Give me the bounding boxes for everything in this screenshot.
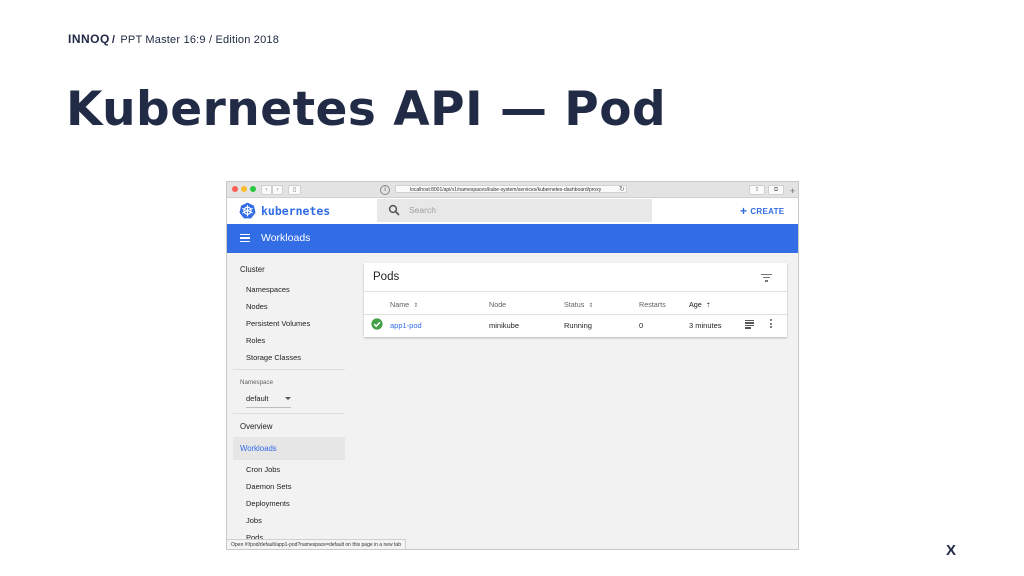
sidebar-toggle-icon[interactable]: ▯ xyxy=(288,185,301,195)
share-icon[interactable]: ⇧ xyxy=(749,185,765,195)
sidebar-item-roles[interactable]: Roles xyxy=(246,336,265,345)
slide-brandline: INNOQ / PPT Master 16:9 / Edition 2018 xyxy=(68,32,279,46)
brand-separator: / xyxy=(111,34,116,46)
pod-name-link[interactable]: app1-pod xyxy=(390,321,422,330)
kubernetes-logo-text[interactable]: kubernetes xyxy=(261,204,330,218)
plus-icon: + xyxy=(740,204,748,218)
section-title: Workloads xyxy=(261,232,311,244)
namespace-value: default xyxy=(246,394,269,403)
kubernetes-logo-icon[interactable] xyxy=(239,202,256,219)
maximize-window-icon[interactable] xyxy=(250,186,256,192)
column-header-label: Name xyxy=(390,300,410,309)
slide-title: Kubernetes API — Pod xyxy=(66,82,667,137)
sidebar-item-workloads[interactable]: Workloads xyxy=(233,437,345,460)
sidebar-item-persistent-volumes[interactable]: Persistent Volumes xyxy=(246,319,310,328)
sidebar-item-namespaces[interactable]: Namespaces xyxy=(246,285,290,294)
create-button-label: CREATE xyxy=(750,207,785,216)
sidebar-item-cluster[interactable]: Cluster xyxy=(240,265,265,274)
minimize-window-icon[interactable] xyxy=(241,186,247,192)
search-placeholder: Search xyxy=(409,205,436,215)
forward-icon[interactable]: › xyxy=(272,185,283,195)
hamburger-menu-icon[interactable] xyxy=(240,234,250,243)
column-header-node: Node xyxy=(489,300,507,309)
running-status-icon xyxy=(371,318,383,330)
column-header-restarts: Restarts xyxy=(639,300,666,309)
new-tab-icon[interactable]: + xyxy=(788,187,797,196)
pod-status: Running xyxy=(564,321,592,330)
filter-icon[interactable] xyxy=(761,274,772,282)
pod-age: 3 minutes xyxy=(689,321,722,330)
search-icon xyxy=(388,204,400,216)
tabs-overview-icon[interactable]: ⧉ xyxy=(768,185,784,195)
chevron-down-icon xyxy=(285,397,291,400)
table-divider xyxy=(364,314,787,315)
sort-icon: ⇕ xyxy=(413,303,419,309)
namespace-label: Namespace xyxy=(240,379,274,386)
column-header-name[interactable]: Name ⇕ xyxy=(390,300,418,309)
sidebar-nav: Cluster Namespaces Nodes Persistent Volu… xyxy=(227,253,346,549)
close-window-icon[interactable] xyxy=(232,186,238,192)
create-button[interactable]: + CREATE xyxy=(740,204,784,218)
sidebar-divider xyxy=(233,413,345,414)
more-actions-icon[interactable] xyxy=(770,319,773,329)
sidebar-item-jobs[interactable]: Jobs xyxy=(246,516,262,525)
reload-icon[interactable]: ↻ xyxy=(619,185,625,194)
dashboard-top-bar: kubernetes Search + CREATE xyxy=(227,198,798,224)
browser-status-bar: Open #!/pod/default/app1-pod?namespace=d… xyxy=(227,539,406,549)
logs-icon[interactable] xyxy=(745,320,754,329)
back-icon[interactable]: ‹ xyxy=(261,185,272,195)
pod-restarts: 0 xyxy=(639,321,644,330)
column-header-label: Status xyxy=(564,300,585,309)
sidebar-item-cron-jobs[interactable]: Cron Jobs xyxy=(246,465,280,474)
slide-subtitle: PPT Master 16:9 / Edition 2018 xyxy=(120,34,280,46)
column-header-status[interactable]: Status ⇕ xyxy=(564,300,593,309)
sidebar-item-overview[interactable]: Overview xyxy=(240,422,273,431)
site-info-icon[interactable]: i xyxy=(380,185,390,195)
sidebar-item-label: Workloads xyxy=(240,444,277,453)
sidebar-item-storage-classes[interactable]: Storage Classes xyxy=(246,353,301,362)
sidebar-item-deployments[interactable]: Deployments xyxy=(246,499,290,508)
sidebar-item-daemon-sets[interactable]: Daemon Sets xyxy=(246,482,291,491)
section-header-bar: Workloads xyxy=(227,224,798,253)
url-bar[interactable]: localhost:8001/api/v1/namespaces/kube-sy… xyxy=(395,185,627,193)
column-header-age[interactable]: Age ⇡ xyxy=(689,300,711,309)
namespace-select[interactable]: default xyxy=(246,394,291,408)
corner-logo-mark: X xyxy=(946,542,957,559)
sort-ascending-icon: ⇡ xyxy=(705,303,711,309)
table-divider xyxy=(364,291,787,292)
sort-icon: ⇕ xyxy=(588,303,594,309)
search-input[interactable]: Search xyxy=(377,199,652,222)
browser-toolbar: ‹ › ▯ i localhost:8001/api/v1/namespaces… xyxy=(227,182,798,198)
browser-window: ‹ › ▯ i localhost:8001/api/v1/namespaces… xyxy=(226,181,799,550)
sidebar-divider xyxy=(233,369,345,370)
sidebar-item-nodes[interactable]: Nodes xyxy=(246,302,268,311)
pod-node: minikube xyxy=(489,321,520,330)
pods-card: Pods Name ⇕ Node Status ⇕ Restarts Age ⇡ ap… xyxy=(364,263,787,337)
brand-logo-text: INNOQ xyxy=(68,32,110,46)
column-header-label: Age xyxy=(689,300,702,309)
pods-card-title: Pods xyxy=(373,271,400,283)
